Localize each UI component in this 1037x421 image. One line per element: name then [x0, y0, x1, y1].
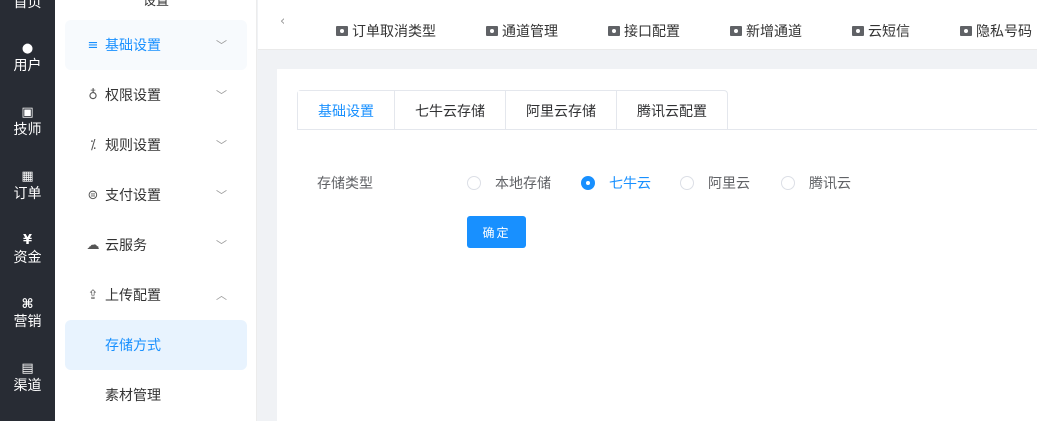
- rail-item-label: 营销: [13, 314, 42, 330]
- user-icon: ●: [21, 41, 34, 56]
- tab-channel-management[interactable]: 通道管理: [486, 20, 558, 42]
- page-tab-icon: [852, 26, 864, 36]
- tab-label: 订单取消类型: [352, 24, 436, 40]
- sidebar-item-label: 权限设置: [105, 88, 161, 104]
- chevron-down-icon: ﹀: [216, 89, 227, 102]
- main-nav-rail: 首页 ● 用户 ▣ 技师 ▦ 订单 ¥ 资金 ⌘ 营销 ▤ 渠道: [0, 0, 55, 421]
- storage-settings-card: 基础设置 七牛云存储 阿里云存储 腾讯云配置 存储类型 本地存储 七牛云 阿里云…: [277, 69, 1037, 421]
- tab-order-cancel-type[interactable]: 订单取消类型: [336, 20, 436, 42]
- sidebar-subitem-storage-method[interactable]: 存储方式: [65, 320, 247, 370]
- sidebar-item-upload-config[interactable]: ⇪ 上传配置 ︿: [65, 270, 247, 320]
- chevron-left-icon[interactable]: ‹: [280, 14, 285, 29]
- rail-item-label: 订单: [13, 186, 42, 202]
- channel-icon: ▤: [21, 361, 34, 376]
- radio-circle[interactable]: [581, 176, 595, 190]
- rail-item-label: 技师: [13, 122, 42, 138]
- rail-item-home[interactable]: 首页: [0, 0, 55, 12]
- rail-item-label: 用户: [13, 58, 42, 74]
- page-tab-icon: [336, 26, 348, 36]
- tab-label: 通道管理: [502, 24, 558, 40]
- rail-item-order[interactable]: ▦ 订单: [0, 169, 55, 203]
- page-tab-icon: [486, 26, 498, 36]
- sidebar-item-cloud-service[interactable]: ☁ 云服务 ﹀: [65, 220, 247, 270]
- rail-item-marketing[interactable]: ⌘ 营销: [0, 297, 55, 331]
- tab-label: 新增通道: [746, 24, 802, 40]
- rail-item-funds[interactable]: ¥ 资金: [0, 233, 55, 267]
- radio-aliyun[interactable]: 阿里云: [680, 173, 750, 193]
- sidebar-item-payment-settings[interactable]: ⊜ 支付设置 ﹀: [65, 170, 247, 220]
- rail-item-channel[interactable]: ▤ 渠道: [0, 361, 55, 395]
- radio-circle[interactable]: [781, 176, 795, 190]
- tab-aliyun-storage[interactable]: 阿里云存储: [505, 91, 616, 130]
- tab-cloud-sms[interactable]: 云短信: [852, 20, 910, 42]
- sidebar-item-rule-settings[interactable]: ⁒ 规则设置 ﹀: [65, 120, 247, 170]
- settings-sidebar: 设置 ≡ 基础设置 ﹀ ♁ 权限设置 ﹀ ⁒ 规则设置 ﹀ ⊜ 支付设置 ﹀ ☁…: [55, 0, 257, 421]
- rail-item-label: 渠道: [13, 378, 42, 394]
- radio-circle[interactable]: [680, 176, 694, 190]
- rail-item-technician[interactable]: ▣ 技师: [0, 105, 55, 139]
- radio-local-storage[interactable]: 本地存储: [467, 173, 551, 193]
- rail-item-label: 首页: [13, 0, 42, 11]
- radio-label: 阿里云: [708, 176, 750, 192]
- tab-basic-settings[interactable]: 基础设置: [298, 91, 394, 131]
- cloud-icon: ☁: [86, 237, 100, 253]
- sidebar-item-label: 基础设置: [105, 38, 161, 54]
- page-tab-icon: [960, 26, 972, 36]
- payment-icon: ⊜: [87, 187, 99, 203]
- confirm-button[interactable]: 确定: [467, 216, 526, 248]
- tabs-divider: [297, 129, 1037, 130]
- list-icon: ≡: [87, 37, 99, 53]
- chevron-down-icon: ﹀: [216, 239, 227, 252]
- tab-label: 云短信: [868, 24, 910, 40]
- radio-qiniu[interactable]: 七牛云: [581, 173, 651, 193]
- page-tab-icon: [608, 26, 620, 36]
- sidebar-title: 设置: [143, 0, 170, 9]
- storage-tabs: 基础设置 七牛云存储 阿里云存储 腾讯云配置: [297, 90, 728, 131]
- rail-item-label: 资金: [13, 250, 42, 266]
- tab-add-channel[interactable]: 新增通道: [730, 20, 802, 42]
- technician-icon: ▣: [21, 105, 34, 120]
- top-tab-bar: ‹ 订单取消类型 通道管理 接口配置 新增通道 云短信 隐私号码: [258, 0, 1037, 50]
- order-icon: ▦: [21, 169, 34, 184]
- tab-label: 接口配置: [624, 24, 680, 40]
- marketing-icon: ⌘: [21, 297, 34, 312]
- radio-label: 腾讯云: [809, 176, 851, 192]
- sidebar-item-label: 规则设置: [105, 138, 161, 154]
- sidebar-item-permission-settings[interactable]: ♁ 权限设置 ﹀: [65, 70, 247, 120]
- tab-label: 隐私号码: [976, 24, 1032, 40]
- sidebar-item-label: 云服务: [105, 238, 147, 254]
- radio-label: 本地存储: [495, 176, 551, 192]
- chevron-down-icon: ﹀: [216, 189, 227, 202]
- upload-icon: ⇪: [87, 287, 99, 303]
- page-tab-icon: [730, 26, 742, 36]
- radio-label: 七牛云: [609, 176, 651, 192]
- sidebar-subitem-material-management[interactable]: 素材管理: [65, 370, 247, 420]
- funds-icon: ¥: [22, 233, 33, 248]
- radio-tencent[interactable]: 腾讯云: [781, 173, 851, 193]
- rail-item-user[interactable]: ● 用户: [0, 41, 55, 75]
- sidebar-subitem-label: 素材管理: [105, 388, 161, 404]
- rule-icon: ⁒: [90, 137, 96, 153]
- tab-tencent-config[interactable]: 腾讯云配置: [616, 91, 727, 130]
- tab-qiniu-storage[interactable]: 七牛云存储: [394, 91, 505, 130]
- tab-privacy-number[interactable]: 隐私号码: [960, 20, 1032, 42]
- chevron-up-icon: ︿: [216, 289, 227, 302]
- sidebar-subitem-label: 存储方式: [105, 338, 161, 354]
- sidebar-item-label: 支付设置: [105, 188, 161, 204]
- radio-circle[interactable]: [467, 176, 481, 190]
- tab-interface-config[interactable]: 接口配置: [608, 20, 680, 42]
- sidebar-item-label: 上传配置: [105, 288, 161, 304]
- user-outline-icon: ♁: [88, 87, 98, 103]
- sidebar-item-basic-settings[interactable]: ≡ 基础设置 ﹀: [65, 20, 247, 70]
- chevron-down-icon: ﹀: [216, 139, 227, 152]
- storage-type-label: 存储类型: [317, 176, 373, 192]
- chevron-down-icon: ﹀: [216, 39, 227, 52]
